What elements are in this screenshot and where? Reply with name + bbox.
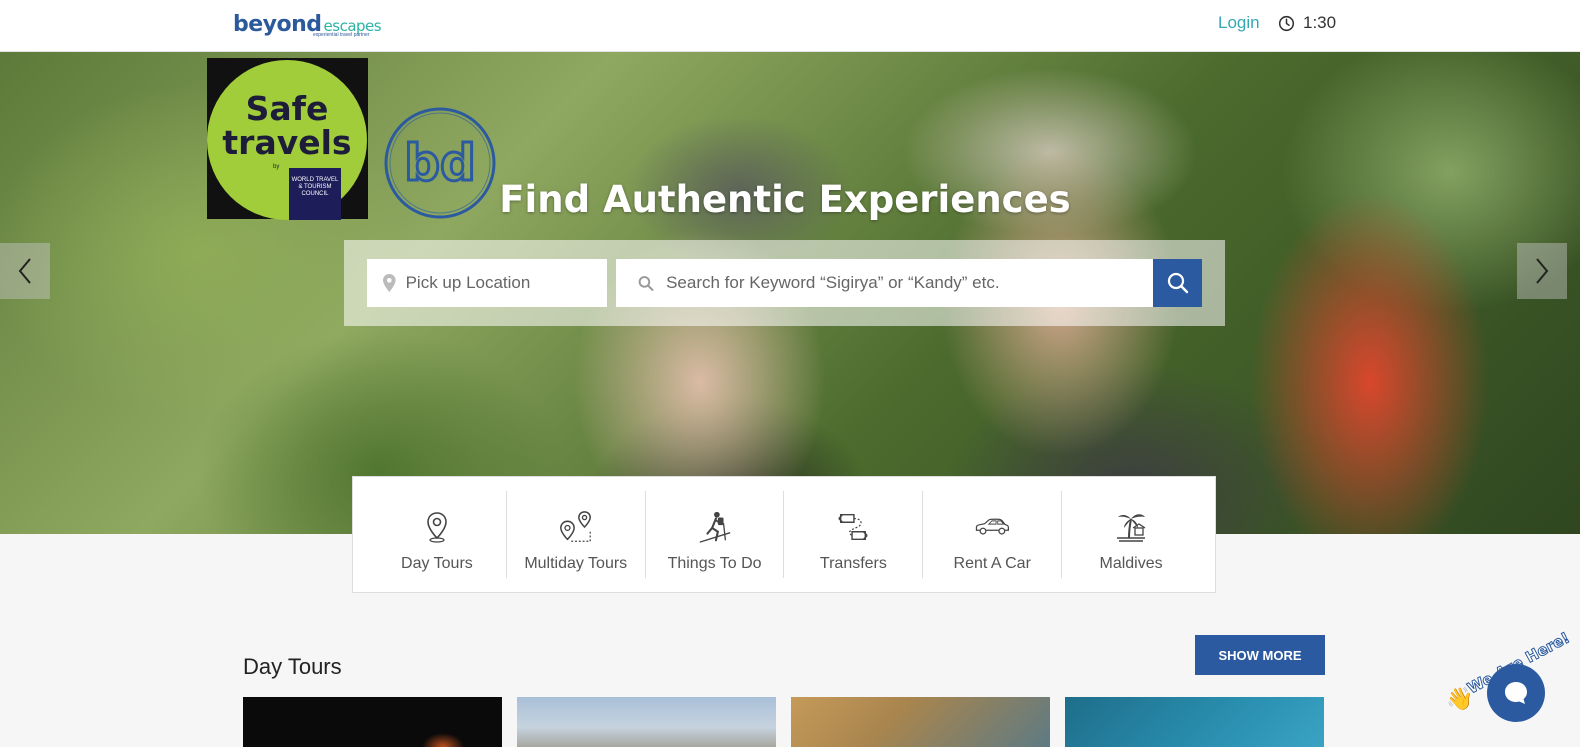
category-bar: Day Tours Multiday Tours Things To Do Tr… [352, 476, 1216, 593]
carousel-next-button[interactable] [1517, 243, 1567, 299]
tour-card-image[interactable] [517, 697, 776, 747]
site-logo[interactable]: beyond escapes experiential travel partn… [233, 12, 382, 38]
clock-display: 1:30 [1278, 13, 1336, 33]
search-button[interactable] [1153, 259, 1202, 307]
safe-travels-text: Safe travels [222, 89, 352, 162]
category-maldives[interactable]: Maldives [1062, 491, 1200, 578]
site-header: beyond escapes experiential travel partn… [0, 0, 1580, 52]
keyword-search-field[interactable] [616, 259, 1153, 307]
chat-open-button[interactable] [1487, 664, 1545, 722]
category-label: Transfers [819, 555, 887, 572]
pickup-location-input[interactable] [405, 273, 607, 293]
category-label: Day Tours [401, 555, 473, 572]
hiker-icon [697, 509, 733, 545]
category-label: Multiday Tours [524, 555, 628, 572]
route-icon [558, 509, 594, 545]
login-link[interactable]: Login [1218, 13, 1260, 33]
show-more-button[interactable]: SHOW MORE [1195, 635, 1325, 675]
hero-title: Find Authentic Experiences [499, 178, 1071, 221]
clock-time: 1:30 [1303, 13, 1337, 32]
day-tours-heading: Day Tours [243, 654, 342, 679]
location-pin-icon [419, 509, 455, 545]
category-things-to-do[interactable]: Things To Do [646, 491, 785, 578]
transfer-icon [835, 509, 871, 545]
clock-icon [1278, 15, 1295, 31]
logo-primary-text: beyond [233, 12, 322, 37]
category-label: Rent A Car [953, 555, 1031, 572]
chevron-right-icon [1536, 258, 1549, 284]
map-pin-icon [383, 274, 396, 292]
safe-travels-by: by [273, 164, 280, 170]
search-icon [1167, 272, 1188, 294]
category-multiday-tours[interactable]: Multiday Tours [507, 491, 646, 578]
car-icon [974, 509, 1010, 545]
keyword-search-input[interactable] [666, 273, 1153, 293]
category-label: Things To Do [667, 555, 762, 572]
waving-hand-icon: 👋 [1446, 686, 1474, 711]
category-label: Maldives [1099, 555, 1163, 572]
carousel-prev-button[interactable] [0, 243, 50, 299]
tour-card-image[interactable] [1065, 697, 1324, 747]
hero-banner: Safe travels by WORLD TRAVEL & TOURISM C… [0, 52, 1580, 534]
palm-island-icon [1113, 509, 1149, 545]
category-transfers[interactable]: Transfers [784, 491, 924, 578]
tour-card-image[interactable] [791, 697, 1050, 747]
category-day-tours[interactable]: Day Tours [368, 491, 507, 578]
tour-card-image[interactable] [243, 697, 502, 747]
chat-bubble-icon [1505, 682, 1527, 704]
chevron-left-icon [18, 258, 31, 284]
search-panel [344, 240, 1225, 326]
search-icon [638, 275, 654, 291]
category-rent-a-car[interactable]: Rent A Car [923, 491, 1063, 578]
logo-tagline: experiential travel partner [313, 32, 370, 38]
pickup-location-field[interactable] [367, 259, 607, 307]
chat-widget: We Are Here! 👋 [1446, 628, 1573, 740]
